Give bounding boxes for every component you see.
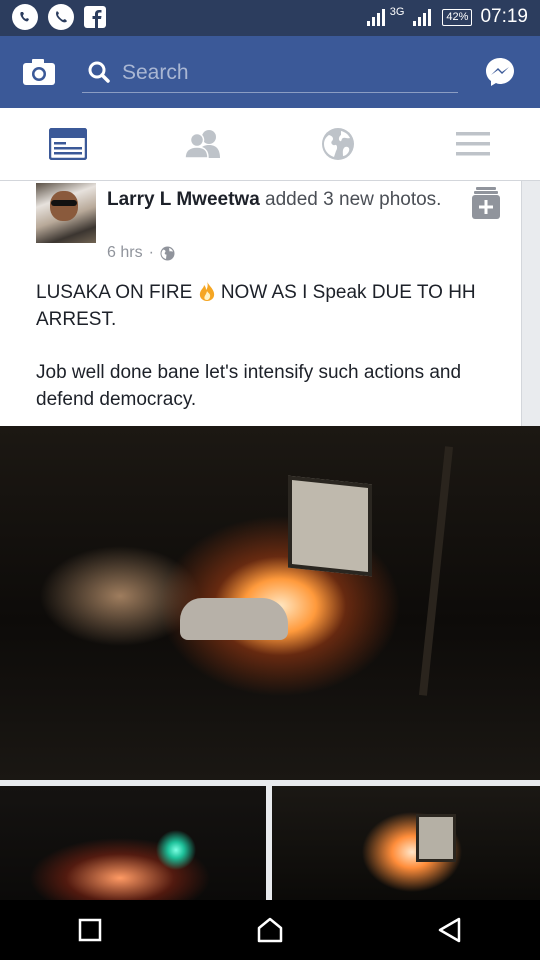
recent-apps-button[interactable] bbox=[50, 900, 130, 960]
home-icon bbox=[257, 917, 283, 943]
post-photo-1[interactable] bbox=[0, 426, 540, 780]
wifi-signal-icon bbox=[366, 9, 385, 26]
app-header bbox=[0, 36, 540, 108]
post-action-text: added 3 new photos. bbox=[259, 189, 442, 210]
status-bar: 3G 42% 07:19 bbox=[0, 0, 540, 36]
post-photo-3[interactable] bbox=[272, 786, 540, 900]
friends-icon bbox=[183, 130, 220, 159]
messenger-icon[interactable] bbox=[484, 56, 516, 93]
android-navigation-bar bbox=[0, 900, 540, 960]
globe-icon bbox=[321, 128, 354, 160]
tab-news-feed[interactable] bbox=[0, 108, 135, 180]
avatar-sunglasses bbox=[51, 200, 77, 206]
status-time: 07:19 bbox=[480, 6, 528, 27]
back-button[interactable] bbox=[410, 900, 490, 960]
post-meta: 6 hrs · bbox=[107, 244, 175, 262]
square-icon bbox=[78, 918, 102, 942]
cell-signal-icon bbox=[413, 9, 432, 26]
fire-emoji-icon bbox=[199, 281, 214, 301]
photo-billboard bbox=[416, 814, 456, 862]
battery-indicator: 42% bbox=[442, 8, 473, 26]
post-time[interactable]: 6 hrs bbox=[107, 244, 143, 262]
post-paragraph-2: Job well done bane let's intensify such … bbox=[36, 362, 462, 410]
tab-menu[interactable] bbox=[405, 108, 540, 180]
search-bar[interactable] bbox=[82, 52, 458, 93]
author-name[interactable]: Larry L Mweetwa bbox=[107, 189, 260, 210]
post-header: Larry L Mweetwa added 3 new photos. bbox=[107, 187, 447, 213]
tab-notifications[interactable] bbox=[270, 108, 405, 180]
camera-icon[interactable] bbox=[22, 58, 56, 91]
photo-car bbox=[180, 598, 288, 640]
avatar[interactable] bbox=[36, 183, 96, 243]
search-icon bbox=[88, 61, 110, 83]
phone-icon bbox=[48, 4, 74, 30]
tab-friends[interactable] bbox=[135, 108, 270, 180]
network-type-label: 3G bbox=[389, 6, 405, 18]
tab-bar bbox=[0, 108, 540, 181]
home-button[interactable] bbox=[230, 900, 310, 960]
photo-billboard bbox=[288, 475, 372, 577]
post-photo-2[interactable] bbox=[0, 786, 266, 900]
news-feed-icon bbox=[48, 128, 87, 160]
whatsapp-icon bbox=[12, 4, 38, 30]
save-post-button[interactable] bbox=[472, 187, 500, 224]
post-text-part-1: LUSAKA ON FIRE bbox=[36, 282, 198, 303]
feed-post: Larry L Mweetwa added 3 new photos. 6 hr… bbox=[0, 181, 522, 426]
back-triangle-icon bbox=[438, 917, 461, 943]
post-body: LUSAKA ON FIRE NOW AS I Speak DUE TO HH … bbox=[36, 279, 506, 413]
photo-pole bbox=[418, 446, 454, 696]
save-icon bbox=[472, 187, 500, 219]
post-paragraph-1: LUSAKA ON FIRE NOW AS I Speak DUE TO HH … bbox=[36, 279, 506, 333]
meta-separator: · bbox=[148, 244, 154, 261]
facebook-notification-icon bbox=[84, 6, 106, 28]
menu-icon bbox=[455, 132, 490, 156]
search-input[interactable] bbox=[120, 58, 444, 88]
public-globe-icon bbox=[160, 246, 175, 260]
avatar-face bbox=[50, 191, 78, 221]
